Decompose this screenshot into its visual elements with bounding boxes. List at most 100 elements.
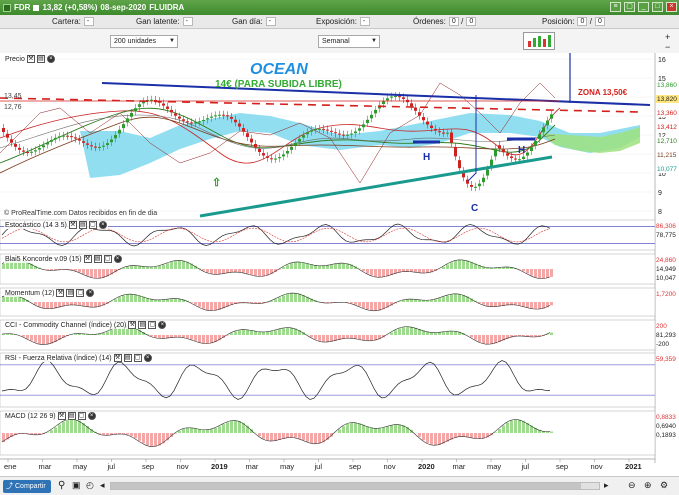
- window-icon[interactable]: ▢: [103, 255, 112, 263]
- chart-settings-icon[interactable]: ▤: [123, 354, 132, 362]
- indicator-bar: [522, 420, 525, 433]
- close-panel-icon[interactable]: ×: [86, 289, 95, 297]
- chart-settings-icon[interactable]: ▤: [138, 321, 147, 329]
- indicator-bar: [166, 299, 169, 302]
- horizontal-scrollbar[interactable]: [110, 482, 600, 490]
- indicator-bar: [146, 433, 149, 446]
- indicator-bar: [526, 269, 529, 274]
- zoom-in-icon[interactable]: ⊕: [644, 480, 652, 491]
- chart-settings-icon[interactable]: ▤: [78, 221, 87, 229]
- close-panel-icon[interactable]: ×: [46, 55, 55, 63]
- indicator-bar: [206, 335, 209, 344]
- scroll-left-icon[interactable]: ◂: [100, 480, 105, 491]
- indicator-bar: [550, 302, 553, 306]
- wrench-icon[interactable]: ⚒: [83, 255, 92, 263]
- indicator-bar: [390, 425, 393, 433]
- indicator-bar: [326, 265, 329, 269]
- indicator-bar: [34, 335, 37, 343]
- price-right-value: 13,360: [657, 110, 677, 117]
- indicator-bar: [538, 269, 541, 279]
- zoom-out-icon[interactable]: ⊖: [628, 480, 636, 491]
- indicator-bar: [150, 335, 153, 337]
- wrench-icon[interactable]: ⚒: [56, 289, 65, 297]
- indicator-bar: [134, 433, 137, 439]
- window-icon[interactable]: ▢: [148, 321, 157, 329]
- candle-body: [474, 186, 477, 188]
- window-menu-icon[interactable]: ≡: [610, 2, 621, 12]
- scrollbar-thumb[interactable]: [111, 483, 581, 489]
- indicator-bar: [550, 431, 553, 433]
- indicator-bar: [506, 422, 509, 433]
- window-icon[interactable]: ▢: [133, 354, 142, 362]
- indicator-bar: [22, 335, 25, 337]
- indicator-bar: [510, 302, 513, 305]
- chart-settings-icon[interactable]: ▤: [67, 412, 76, 420]
- charts-area[interactable]: OCEAN 14€ (PARA SUBIDA LIBRE) ZONA 13,50…: [0, 53, 679, 476]
- indicator-bar: [222, 424, 225, 433]
- wrench-icon[interactable]: ⚒: [128, 321, 137, 329]
- candle-body: [10, 139, 13, 143]
- clock-icon[interactable]: ◴: [86, 480, 94, 491]
- indicator-bar: [202, 429, 205, 433]
- candle-body: [422, 117, 425, 121]
- chart-options-icon[interactable]: ⚙: [660, 480, 668, 491]
- wrench-icon[interactable]: ⚒: [26, 55, 35, 63]
- wrench-icon[interactable]: ⚒: [68, 221, 77, 229]
- indicator-bar: [202, 302, 205, 309]
- close-panel-icon[interactable]: ×: [87, 412, 96, 420]
- indicator-bar: [282, 328, 285, 335]
- posicion-field: Posición: 0 /0: [542, 17, 605, 27]
- wrench-icon[interactable]: ⚒: [57, 412, 66, 420]
- close-icon[interactable]: ×: [666, 2, 677, 12]
- indicator-bar: [414, 269, 417, 273]
- share-button[interactable]: ⤴ Compartir: [3, 480, 51, 493]
- chart-thumbnail-button[interactable]: [523, 32, 555, 50]
- indicator-bar: [126, 294, 129, 302]
- candle-body: [74, 137, 77, 139]
- h-left-label: H: [423, 152, 430, 163]
- binoculars-icon[interactable]: ⚲: [58, 480, 65, 491]
- indicator-bar: [294, 433, 297, 438]
- close-panel-icon[interactable]: ×: [158, 321, 167, 329]
- close-panel-icon[interactable]: ×: [143, 354, 152, 362]
- indicator-bar: [386, 426, 389, 433]
- c-label: C: [471, 203, 478, 214]
- window-icon[interactable]: ▢: [88, 221, 97, 229]
- remove-icon[interactable]: −: [665, 42, 670, 52]
- candle-body: [522, 156, 525, 159]
- indicator-bar: [86, 269, 89, 276]
- indicator-bar: [134, 294, 137, 302]
- x-axis-tick: jul: [521, 462, 530, 471]
- chart-settings-icon[interactable]: ▤: [66, 289, 75, 297]
- indicator-bar: [206, 269, 209, 273]
- scroll-right-icon[interactable]: ▸: [604, 480, 609, 491]
- close-panel-icon[interactable]: ×: [113, 255, 122, 263]
- maximize-icon[interactable]: □: [652, 2, 663, 12]
- chart-settings-icon[interactable]: ▤: [36, 55, 45, 63]
- indicator-bar: [278, 433, 281, 440]
- candle-body: [530, 147, 533, 152]
- indicator-bar: [370, 335, 373, 341]
- candle-body: [482, 177, 485, 183]
- chart-settings-icon[interactable]: ▤: [93, 255, 102, 263]
- close-panel-icon[interactable]: ×: [98, 221, 107, 229]
- window-icon[interactable]: ▢: [77, 412, 86, 420]
- minimize-icon[interactable]: _: [638, 2, 649, 12]
- camera-icon[interactable]: ▣: [72, 480, 81, 491]
- indicator-bar: [446, 264, 449, 269]
- candle-body: [526, 152, 529, 156]
- indicator-bar: [250, 269, 253, 275]
- wrench-icon[interactable]: ⚒: [113, 354, 122, 362]
- add-icon[interactable]: +: [665, 32, 670, 42]
- chart-toolbar: 200 unidades ▼ Semanal ▼ + −: [0, 29, 679, 53]
- units-select[interactable]: 200 unidades ▼: [110, 35, 178, 48]
- indicator-bar: [398, 424, 401, 433]
- indicator-bar: [2, 263, 5, 269]
- indicator-bar: [78, 302, 81, 306]
- indicator-bar: [178, 260, 181, 269]
- window-icon[interactable]: ▢: [624, 2, 635, 12]
- window-icon[interactable]: ▢: [76, 289, 85, 297]
- period-select[interactable]: Semanal ▼: [318, 35, 380, 48]
- candle-body: [550, 114, 553, 119]
- indicator-bar: [230, 333, 233, 335]
